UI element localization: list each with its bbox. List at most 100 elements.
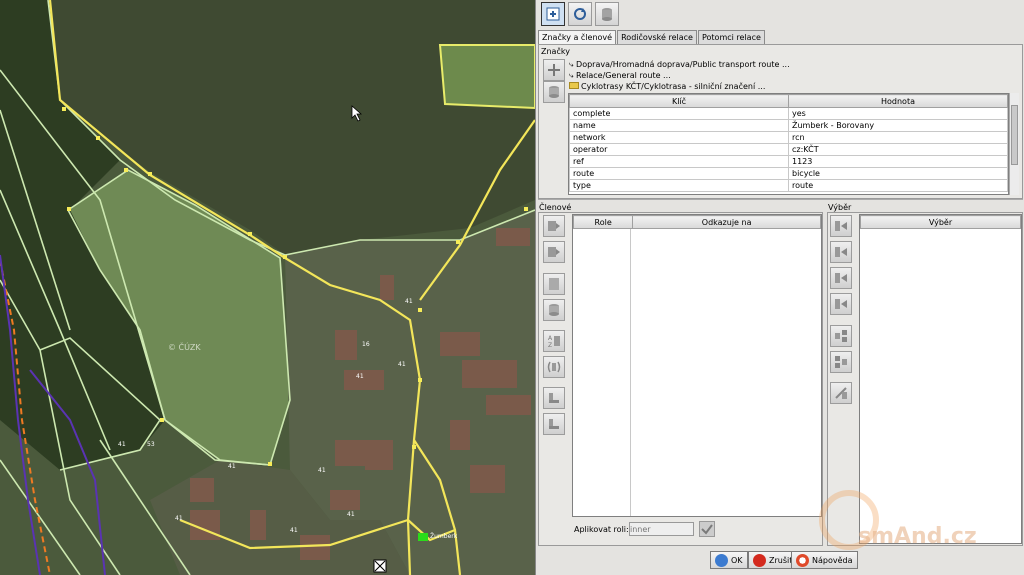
- add-selection-icon: [835, 273, 847, 283]
- house-number: 41: [228, 463, 236, 470]
- edit-member-button[interactable]: [543, 273, 565, 295]
- tab-tags-and-members[interactable]: Značky a členové: [538, 30, 617, 44]
- selection-section-label: Výběr: [828, 203, 852, 212]
- select-members-icon: [835, 330, 847, 342]
- members-table[interactable]: Role Odkazuje na: [572, 214, 822, 517]
- move-up-button[interactable]: [543, 215, 565, 237]
- tags-section-label: Značky: [541, 47, 570, 56]
- sort-az-icon: AZ: [548, 335, 560, 348]
- house-number: 53: [147, 441, 155, 448]
- sort-members-button[interactable]: AZ: [543, 330, 565, 352]
- svg-text:A: A: [548, 335, 553, 342]
- parent-relation-item[interactable]: ⤷ Doprava/Hromadná doprava/Public transp…: [569, 59, 790, 70]
- watermark-text: smAnd.cz: [858, 524, 977, 549]
- plus-icon: [548, 64, 560, 76]
- add-selected-first-button[interactable]: [830, 215, 852, 237]
- scrollbar-thumb[interactable]: [1011, 105, 1018, 165]
- house-number: 41: [347, 511, 355, 518]
- lifebuoy-icon: [796, 553, 809, 567]
- select-members-button[interactable]: [830, 325, 852, 347]
- relation-editor-panel: Značky a členové Rodičovské relace Potom…: [535, 0, 1024, 575]
- table-row[interactable]: route bicycle: [569, 167, 1008, 180]
- tag-key[interactable]: complete: [569, 107, 789, 120]
- column-header-value[interactable]: Hodnota: [788, 94, 1008, 108]
- column-header-selection[interactable]: Výběr: [860, 215, 1021, 229]
- tag-key[interactable]: network: [569, 131, 789, 144]
- help-button[interactable]: Nápověda: [791, 551, 858, 569]
- tag-key[interactable]: name: [569, 119, 789, 132]
- parent-relation-item[interactable]: Cyklotrasy KČT/Cyklotrasa - silniční zna…: [569, 81, 765, 92]
- tag-value[interactable]: rcn: [788, 131, 1008, 144]
- table-row[interactable]: network rcn: [569, 131, 1008, 144]
- column-header-refers-to[interactable]: Odkazuje na: [632, 215, 821, 229]
- tab-child-relations[interactable]: Potomci relace: [697, 30, 765, 44]
- column-header-role[interactable]: Role: [572, 215, 634, 229]
- delete-relation-icon[interactable]: [595, 2, 619, 26]
- tag-value[interactable]: route: [788, 179, 1008, 192]
- remove-selection-icon: [835, 387, 847, 399]
- splitter[interactable]: [538, 199, 1023, 203]
- reverse-members-button[interactable]: [543, 356, 565, 378]
- checkmark-icon: [701, 524, 713, 535]
- table-row[interactable]: complete yes: [569, 107, 1008, 120]
- column-header-key[interactable]: Klíč: [569, 94, 789, 108]
- table-row[interactable]: operator cz:KČT: [569, 143, 1008, 156]
- tag-value[interactable]: bicycle: [788, 167, 1008, 180]
- tag-key[interactable]: ref: [569, 155, 789, 168]
- edit-icon: [549, 278, 559, 290]
- relation-editor-icon[interactable]: [541, 2, 565, 26]
- members-section-label: Členové: [539, 203, 572, 212]
- house-number: 16: [362, 341, 370, 348]
- download-icon: [549, 419, 559, 429]
- ok-button[interactable]: OK: [710, 551, 748, 569]
- folder-icon: [569, 82, 579, 89]
- delete-tag-button[interactable]: [543, 81, 565, 103]
- house-number: 41: [175, 515, 183, 522]
- tag-key[interactable]: type: [569, 179, 789, 192]
- relation-icon: ⤷: [569, 71, 577, 80]
- move-down-icon: [548, 247, 560, 257]
- apply-role-label: Aplikovat roli:: [574, 525, 629, 534]
- download-members-button[interactable]: [543, 413, 565, 435]
- delete-icon: [549, 304, 559, 316]
- tags-scrollbar[interactable]: [1009, 93, 1019, 195]
- add-tag-button[interactable]: [543, 59, 565, 81]
- tag-value[interactable]: cz:KČT: [788, 143, 1008, 156]
- move-up-icon: [548, 221, 560, 231]
- table-row[interactable]: type route: [569, 179, 1008, 192]
- map-view[interactable]: © ČÚZK Žumberk 41 41 41 41 41 41 41 41 4…: [0, 0, 535, 575]
- delete-icon: [549, 86, 559, 98]
- tags-table[interactable]: Klíč Hodnota complete yes name Žumberk - B…: [568, 93, 1009, 195]
- tag-key[interactable]: route: [569, 167, 789, 180]
- selection-table[interactable]: Výběr: [859, 214, 1022, 544]
- node-marker-icon: [373, 559, 387, 573]
- tab-parent-relations[interactable]: Rodičovské relace: [617, 30, 697, 44]
- role-input[interactable]: [629, 522, 694, 536]
- tag-value[interactable]: yes: [788, 107, 1008, 120]
- members-section: AZ Role Odkazuje na Aplikovat roli:: [538, 212, 823, 546]
- tag-value[interactable]: Žumberk - Borovany: [788, 119, 1008, 132]
- tab-strip: Značky a členové Rodičovské relace Potom…: [538, 30, 766, 44]
- add-selected-before-button[interactable]: [830, 241, 852, 263]
- table-row[interactable]: name Žumberk - Borovany: [569, 119, 1008, 132]
- tag-value[interactable]: 1123: [788, 155, 1008, 168]
- select-in-relation-button[interactable]: [830, 351, 852, 373]
- add-selected-after-button[interactable]: [830, 267, 852, 289]
- refresh-relation-icon[interactable]: [568, 2, 592, 26]
- column-divider: [630, 229, 631, 516]
- apply-role-button[interactable]: [699, 521, 715, 537]
- remove-selected-button[interactable]: [830, 382, 852, 404]
- parent-relation-item[interactable]: ⤷ Relace/General route ...: [569, 70, 671, 81]
- tag-key[interactable]: operator: [569, 143, 789, 156]
- remove-member-button[interactable]: [543, 299, 565, 321]
- download-incomplete-button[interactable]: [543, 387, 565, 409]
- add-selected-last-button[interactable]: [830, 293, 852, 315]
- svg-text:Z: Z: [548, 342, 552, 348]
- reverse-icon: [547, 361, 561, 373]
- table-row[interactable]: ref 1123: [569, 155, 1008, 168]
- ok-icon: [715, 553, 728, 567]
- move-down-button[interactable]: [543, 241, 565, 263]
- aerial-map[interactable]: © ČÚZK Žumberk 41 41 41 41 41 41 41 41 4…: [0, 0, 535, 575]
- house-number: 41: [118, 441, 126, 448]
- cancel-button[interactable]: Zrušit: [748, 551, 798, 569]
